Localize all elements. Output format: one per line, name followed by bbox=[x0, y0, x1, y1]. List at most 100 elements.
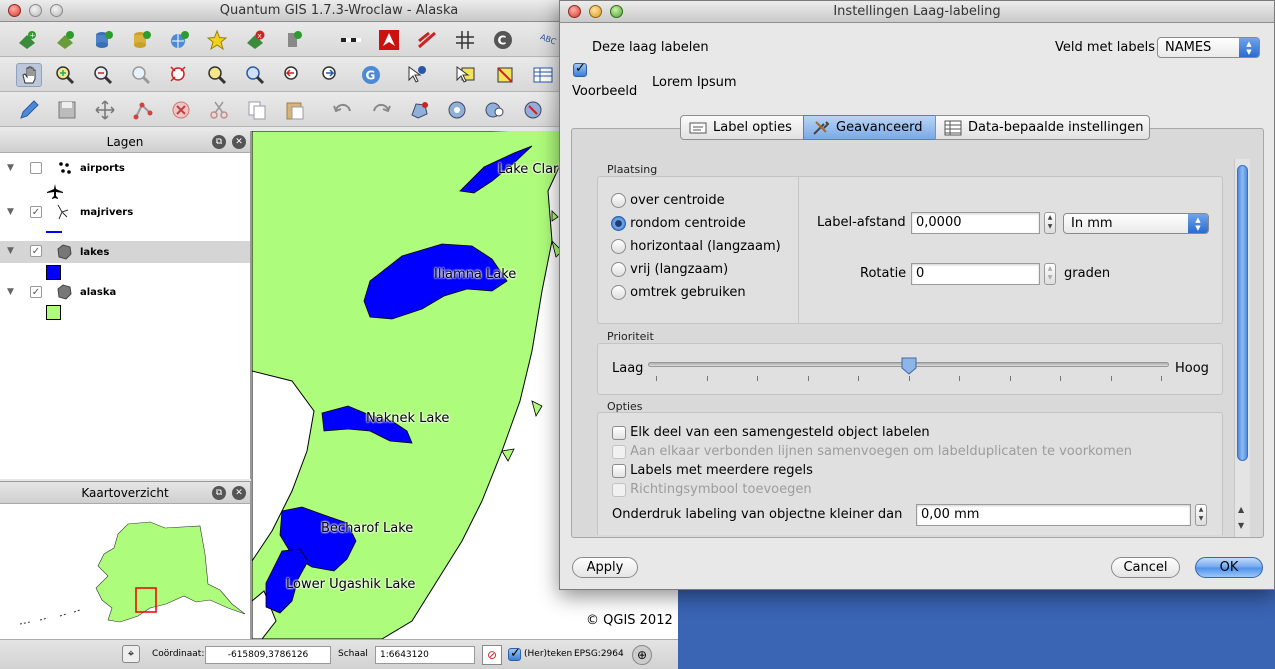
stop-render-icon[interactable]: ⊘ bbox=[482, 645, 502, 665]
close-panel-icon[interactable]: ✕ bbox=[232, 486, 246, 500]
pan-hand-icon[interactable] bbox=[16, 63, 42, 87]
cancel-button[interactable]: Cancel bbox=[1111, 557, 1180, 578]
priority-slider-thumb[interactable] bbox=[901, 357, 917, 375]
zoom-native-icon[interactable] bbox=[242, 63, 268, 87]
rotation-input[interactable]: 0 bbox=[911, 263, 1040, 285]
zoom-out-icon[interactable] bbox=[90, 63, 116, 87]
digitize-tools-icon[interactable] bbox=[414, 28, 440, 52]
dialog-close-button[interactable] bbox=[568, 5, 581, 18]
radio-button[interactable] bbox=[611, 239, 626, 254]
zoom-next-icon[interactable] bbox=[318, 63, 344, 87]
delete-ring-icon[interactable] bbox=[520, 98, 546, 122]
layer-row-lakes[interactable]: ▼ ✓ lakes bbox=[0, 241, 250, 263]
copy-features-icon[interactable] bbox=[244, 98, 270, 122]
scale-bar-icon[interactable] bbox=[338, 28, 364, 52]
expand-arrow-icon[interactable]: ▼ bbox=[7, 207, 14, 217]
option-label-every-part[interactable]: Elk deel van een samengesteld object lab… bbox=[612, 425, 930, 440]
identify-features-icon[interactable] bbox=[404, 63, 430, 87]
paste-features-icon[interactable] bbox=[282, 98, 308, 122]
suppress-spinner[interactable]: ▲ ▼ bbox=[1195, 504, 1207, 526]
label-layer-checkbox[interactable] bbox=[573, 61, 587, 77]
minimize-window-button[interactable] bbox=[29, 4, 42, 17]
float-panel-icon[interactable]: ⧉ bbox=[212, 135, 226, 149]
add-ring-icon[interactable] bbox=[444, 98, 470, 122]
layer-row-alaska[interactable]: ▼ ✓ alaska bbox=[0, 283, 250, 303]
scroll-down-icon[interactable]: ▼ bbox=[1238, 521, 1244, 530]
scroll-up-icon[interactable]: ▲ bbox=[1238, 505, 1244, 514]
zoom-full-icon[interactable] bbox=[128, 63, 154, 87]
copyright-icon[interactable]: C bbox=[490, 28, 516, 52]
apply-button[interactable]: Apply bbox=[572, 557, 638, 578]
tab-advanced[interactable]: Geavanceerd bbox=[803, 115, 936, 140]
add-raster-layer-icon[interactable] bbox=[52, 28, 78, 52]
add-wms-layer-icon[interactable] bbox=[166, 28, 192, 52]
coordinate-toggle-icon[interactable]: ⌖ bbox=[122, 645, 140, 663]
redo-icon[interactable] bbox=[368, 98, 394, 122]
close-panel-icon[interactable]: ✕ bbox=[232, 135, 246, 149]
checkbox[interactable] bbox=[612, 425, 626, 440]
add-spatialite-layer-icon[interactable] bbox=[128, 28, 154, 52]
option-multiline-labels[interactable]: Labels met meerdere regels bbox=[612, 463, 813, 478]
placement-use-perimeter[interactable]: omtrek gebruiken bbox=[611, 285, 746, 300]
placement-over-centroid[interactable]: over centroide bbox=[611, 193, 725, 208]
radio-button[interactable] bbox=[611, 193, 626, 208]
select-features-icon[interactable] bbox=[448, 63, 482, 87]
render-checkbox[interactable] bbox=[508, 646, 521, 661]
layer-visibility-checkbox[interactable] bbox=[30, 162, 42, 174]
expand-arrow-icon[interactable]: ▼ bbox=[7, 287, 14, 297]
suppress-input[interactable]: 0,00 mm bbox=[916, 504, 1191, 526]
ok-button[interactable]: OK bbox=[1195, 557, 1263, 578]
overview-map[interactable] bbox=[0, 504, 251, 640]
checkbox[interactable] bbox=[612, 463, 626, 478]
edit-layer-icon[interactable] bbox=[280, 28, 306, 52]
add-postgis-layer-icon[interactable] bbox=[90, 28, 116, 52]
placement-around-centroid[interactable]: rondom centroide bbox=[611, 216, 746, 231]
label-distance-spinner[interactable]: ▲ ▼ bbox=[1044, 212, 1056, 234]
north-arrow-icon[interactable] bbox=[376, 28, 402, 52]
grid-icon[interactable] bbox=[452, 28, 478, 52]
undo-icon[interactable] bbox=[330, 98, 356, 122]
layer-visibility-checkbox[interactable]: ✓ bbox=[30, 206, 42, 218]
radio-button[interactable] bbox=[611, 262, 626, 277]
delete-selected-icon[interactable] bbox=[168, 98, 194, 122]
zoom-to-layer-icon[interactable] bbox=[204, 63, 230, 87]
epsg-label[interactable]: EPSG:2964 bbox=[574, 649, 624, 659]
cut-features-icon[interactable] bbox=[206, 98, 232, 122]
dialog-minimize-button[interactable] bbox=[589, 5, 602, 18]
radio-button[interactable] bbox=[611, 285, 626, 300]
advanced-scroll-area[interactable]: Plaatsing over centroide rondom centroid… bbox=[589, 153, 1233, 535]
new-layer-star-icon[interactable] bbox=[204, 28, 230, 52]
layer-row-airports[interactable]: ▼ airports bbox=[0, 159, 250, 179]
radio-button[interactable] bbox=[611, 216, 626, 231]
projection-icon[interactable]: ⊕ bbox=[632, 645, 652, 665]
deselect-features-icon[interactable] bbox=[492, 63, 518, 87]
close-window-button[interactable] bbox=[8, 4, 21, 17]
zoom-in-icon[interactable] bbox=[52, 63, 78, 87]
expand-arrow-icon[interactable]: ▼ bbox=[7, 246, 14, 256]
vertical-scrollbar[interactable]: ▲ ▼ bbox=[1234, 159, 1250, 537]
rotation-spinner[interactable]: ▲ ▼ bbox=[1044, 263, 1056, 285]
placement-free[interactable]: vrij (langzaam) bbox=[611, 262, 728, 277]
refresh-icon[interactable]: G bbox=[358, 63, 384, 87]
move-feature-icon[interactable] bbox=[92, 98, 118, 122]
float-panel-icon[interactable]: ⧉ bbox=[212, 486, 226, 500]
scrollbar-thumb[interactable] bbox=[1237, 165, 1248, 461]
remove-layer-icon[interactable]: x bbox=[242, 28, 268, 52]
simplify-feature-icon[interactable] bbox=[406, 98, 432, 122]
placement-horizontal[interactable]: horizontaal (langzaam) bbox=[611, 239, 781, 254]
toggle-editing-icon[interactable] bbox=[16, 98, 42, 122]
add-vector-layer-icon[interactable]: + bbox=[14, 28, 40, 52]
distance-unit-select[interactable]: In mm ▲ ▼ bbox=[1063, 213, 1209, 234]
node-tool-icon[interactable] bbox=[130, 98, 156, 122]
layer-visibility-checkbox[interactable]: ✓ bbox=[30, 245, 42, 257]
tab-label-options[interactable]: Label opties bbox=[680, 115, 804, 140]
zoom-to-selection-icon[interactable] bbox=[166, 63, 192, 87]
label-distance-input[interactable]: 0,0000 bbox=[911, 212, 1040, 234]
add-part-icon[interactable] bbox=[482, 98, 508, 122]
save-edits-icon[interactable] bbox=[54, 98, 80, 122]
expand-arrow-icon[interactable]: ▼ bbox=[7, 163, 14, 173]
layer-visibility-checkbox[interactable]: ✓ bbox=[30, 286, 42, 298]
layer-row-majrivers[interactable]: ▼ ✓ majrivers bbox=[0, 203, 250, 223]
dialog-zoom-button[interactable] bbox=[610, 5, 623, 18]
field-select[interactable]: NAMES ▲ ▼ bbox=[1157, 37, 1260, 58]
